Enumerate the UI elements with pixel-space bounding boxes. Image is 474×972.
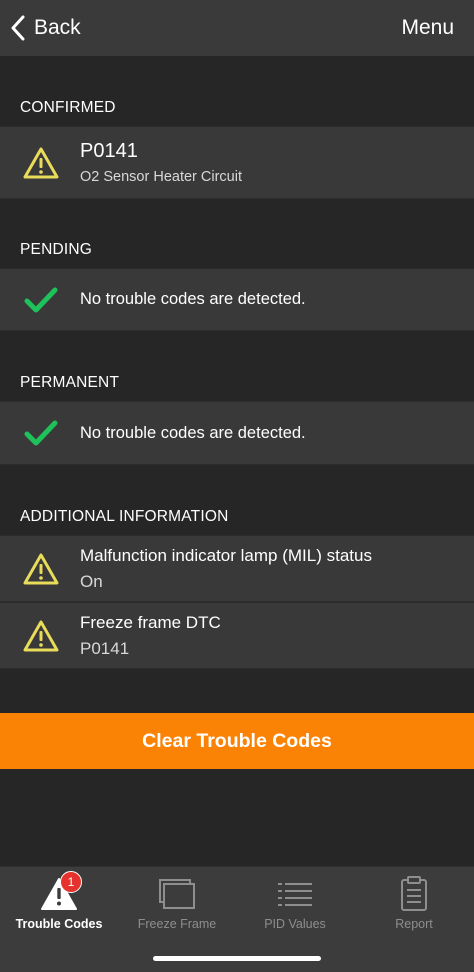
tab-label: PID Values — [264, 917, 326, 931]
menu-button[interactable]: Menu — [401, 16, 454, 40]
freeze-frame-dtc-label: Freeze frame DTC — [80, 612, 221, 632]
confirmed-code-row[interactable]: P0141 O2 Sensor Heater Circuit — [0, 126, 474, 199]
pending-status-row: No trouble codes are detected. — [0, 268, 474, 331]
warning-icon — [22, 619, 60, 653]
mil-status-value: On — [80, 571, 103, 591]
back-button[interactable]: Back — [10, 15, 81, 41]
chevron-left-icon — [11, 15, 25, 41]
warning-icon — [22, 146, 60, 180]
freeze-frame-dtc-row: Freeze frame DTC P0141 — [0, 602, 474, 669]
tab-pid-values[interactable]: PID Values — [236, 867, 354, 939]
permanent-message: No trouble codes are detected. — [80, 423, 306, 442]
clipboard-icon — [401, 876, 427, 911]
pending-message: No trouble codes are detected. — [80, 290, 306, 308]
warning-icon — [22, 552, 60, 586]
section-header-pending: PENDING — [20, 241, 93, 258]
checkmark-icon — [22, 283, 60, 317]
tab-report[interactable]: Report — [355, 867, 473, 939]
permanent-status-row: No trouble codes are detected. — [0, 401, 474, 465]
mil-status-row: Malfunction indicator lamp (MIL) status … — [0, 535, 474, 602]
tab-freeze-frame[interactable]: Freeze Frame — [118, 867, 236, 939]
mil-status-label: Malfunction indicator lamp (MIL) status — [80, 545, 372, 565]
tab-label: Report — [395, 917, 433, 931]
clear-trouble-codes-button[interactable]: Clear Trouble Codes — [0, 713, 474, 769]
back-label: Back — [34, 16, 81, 39]
freeze-frame-dtc-value: P0141 — [80, 638, 130, 658]
navigation-bar: Back Menu — [0, 0, 474, 56]
trouble-code-description: O2 Sensor Heater Circuit — [80, 169, 242, 185]
tab-trouble-codes[interactable]: 1 Trouble Codes — [0, 867, 118, 939]
notification-badge: 1 — [60, 871, 82, 893]
freeze-frame-icon — [159, 879, 195, 909]
section-header-permanent: PERMANENT — [20, 374, 120, 391]
tab-label: Freeze Frame — [137, 917, 217, 931]
list-icon — [278, 883, 312, 906]
tab-label: Trouble Codes — [15, 917, 103, 931]
checkmark-icon — [22, 416, 60, 450]
home-indicator[interactable] — [153, 956, 321, 961]
trouble-code: P0141 — [80, 140, 138, 162]
section-header-confirmed: CONFIRMED — [20, 99, 116, 116]
section-header-additional-information: ADDITIONAL INFORMATION — [20, 508, 229, 525]
